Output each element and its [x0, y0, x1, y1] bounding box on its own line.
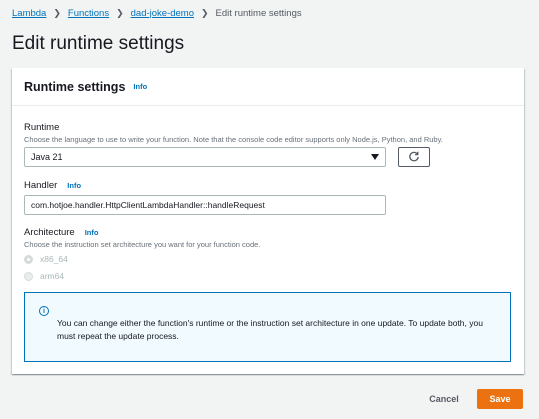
runtime-description: Choose the language to use to write your…	[24, 135, 443, 144]
caret-down-icon	[371, 154, 379, 160]
architecture-description: Choose the instruction set architecture …	[24, 240, 261, 249]
architecture-label-row: Architecture Info	[24, 227, 98, 238]
architecture-label: Architecture	[24, 227, 75, 238]
breadcrumb-current: Edit runtime settings	[215, 7, 302, 19]
page-title: Edit runtime settings	[12, 33, 185, 54]
refresh-button[interactable]	[398, 147, 430, 167]
runtime-select[interactable]: Java 21	[24, 147, 386, 167]
chevron-right-icon: ❯	[53, 7, 61, 18]
runtime-select-value: Java 21	[31, 152, 63, 162]
architecture-option-x86[interactable]: x86_64	[24, 254, 68, 264]
alert-text: You can change either the function's run…	[57, 318, 483, 341]
radio-label: arm64	[40, 271, 65, 281]
chevron-right-icon: ❯	[116, 7, 124, 18]
refresh-icon	[409, 151, 419, 162]
panel-title: Runtime settings	[24, 79, 126, 94]
panel-header: Runtime settings Info	[12, 68, 524, 106]
handler-input[interactable]: com.hotjoe.handler.HttpClientLambdaHandl…	[24, 195, 386, 215]
runtime-settings-info-link[interactable]: Info	[133, 82, 147, 91]
cancel-button[interactable]: Cancel	[420, 389, 468, 409]
handler-label-row: Handler Info	[24, 180, 81, 191]
info-icon: i	[39, 306, 49, 316]
breadcrumb: Lambda ❯ Functions ❯ dad-joke-demo ❯ Edi…	[12, 6, 302, 20]
breadcrumb-functions[interactable]: Functions	[68, 8, 109, 19]
radio-button[interactable]	[24, 254, 33, 264]
chevron-right-icon: ❯	[201, 7, 209, 18]
radio-button[interactable]	[24, 271, 33, 281]
handler-info-link[interactable]: Info	[67, 181, 81, 190]
radio-label: x86_64	[40, 254, 68, 264]
save-button[interactable]: Save	[477, 389, 523, 409]
breadcrumb-lambda[interactable]: Lambda	[12, 8, 46, 19]
runtime-label: Runtime	[24, 122, 60, 133]
runtime-settings-panel: Runtime settings Info Runtime Choose the…	[12, 68, 524, 374]
info-alert: i You can change either the function's r…	[24, 292, 511, 362]
architecture-info-link[interactable]: Info	[85, 228, 99, 237]
handler-label: Handler	[24, 180, 58, 191]
architecture-option-arm64[interactable]: arm64	[24, 271, 64, 281]
breadcrumb-function[interactable]: dad-joke-demo	[131, 8, 194, 19]
